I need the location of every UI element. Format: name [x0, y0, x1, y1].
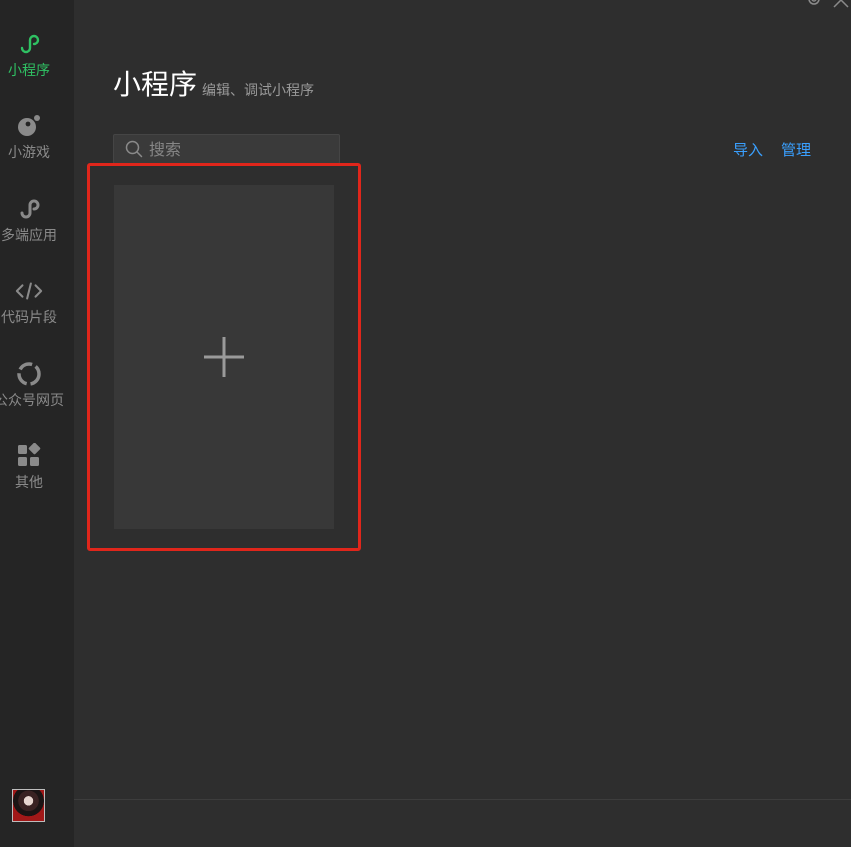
window-controls: [805, 0, 851, 14]
bottom-divider: [74, 799, 851, 800]
sidebar-item-minigame[interactable]: 小游戏: [0, 112, 58, 182]
sidebar-item-multiplatform[interactable]: 多端应用: [0, 195, 58, 265]
sidebar-item-official-account[interactable]: 公众号网页: [0, 360, 64, 430]
official-account-icon: [15, 360, 43, 388]
sidebar-item-code-snippet[interactable]: 代码片段: [0, 277, 58, 347]
settings-icon[interactable]: [805, 0, 823, 14]
page-subtitle: 编辑、调试小程序: [202, 83, 314, 99]
manage-button[interactable]: 管理: [781, 141, 811, 159]
miniprogram-icon: [15, 30, 43, 58]
search-icon: [125, 140, 143, 158]
sidebar-item-label: 代码片段: [1, 310, 57, 326]
sidebar-item-label: 公众号网页: [0, 393, 64, 409]
new-project-card[interactable]: [114, 185, 334, 529]
page-title: 小程序: [113, 68, 198, 101]
sidebar-item-label: 小程序: [8, 63, 50, 79]
sidebar-item-other[interactable]: 其他: [0, 442, 58, 512]
sidebar-item-miniprogram[interactable]: 小程序: [0, 30, 58, 100]
import-button[interactable]: 导入: [733, 141, 763, 159]
search-box[interactable]: [113, 134, 340, 164]
multiplatform-icon: [15, 195, 43, 223]
user-avatar[interactable]: [12, 789, 45, 822]
code-snippet-icon: [15, 277, 43, 305]
sidebar: 小程序 小游戏 多端应用 代码片段 公众号网页 其他: [0, 0, 74, 847]
minigame-icon: [15, 112, 43, 140]
plus-icon: [204, 337, 244, 381]
sidebar-item-label: 小游戏: [8, 145, 50, 161]
apps-icon: [15, 442, 43, 470]
sidebar-item-label: 其他: [15, 475, 43, 491]
sidebar-item-label: 多端应用: [1, 228, 57, 244]
close-icon[interactable]: [831, 0, 851, 14]
search-input[interactable]: [149, 139, 329, 159]
